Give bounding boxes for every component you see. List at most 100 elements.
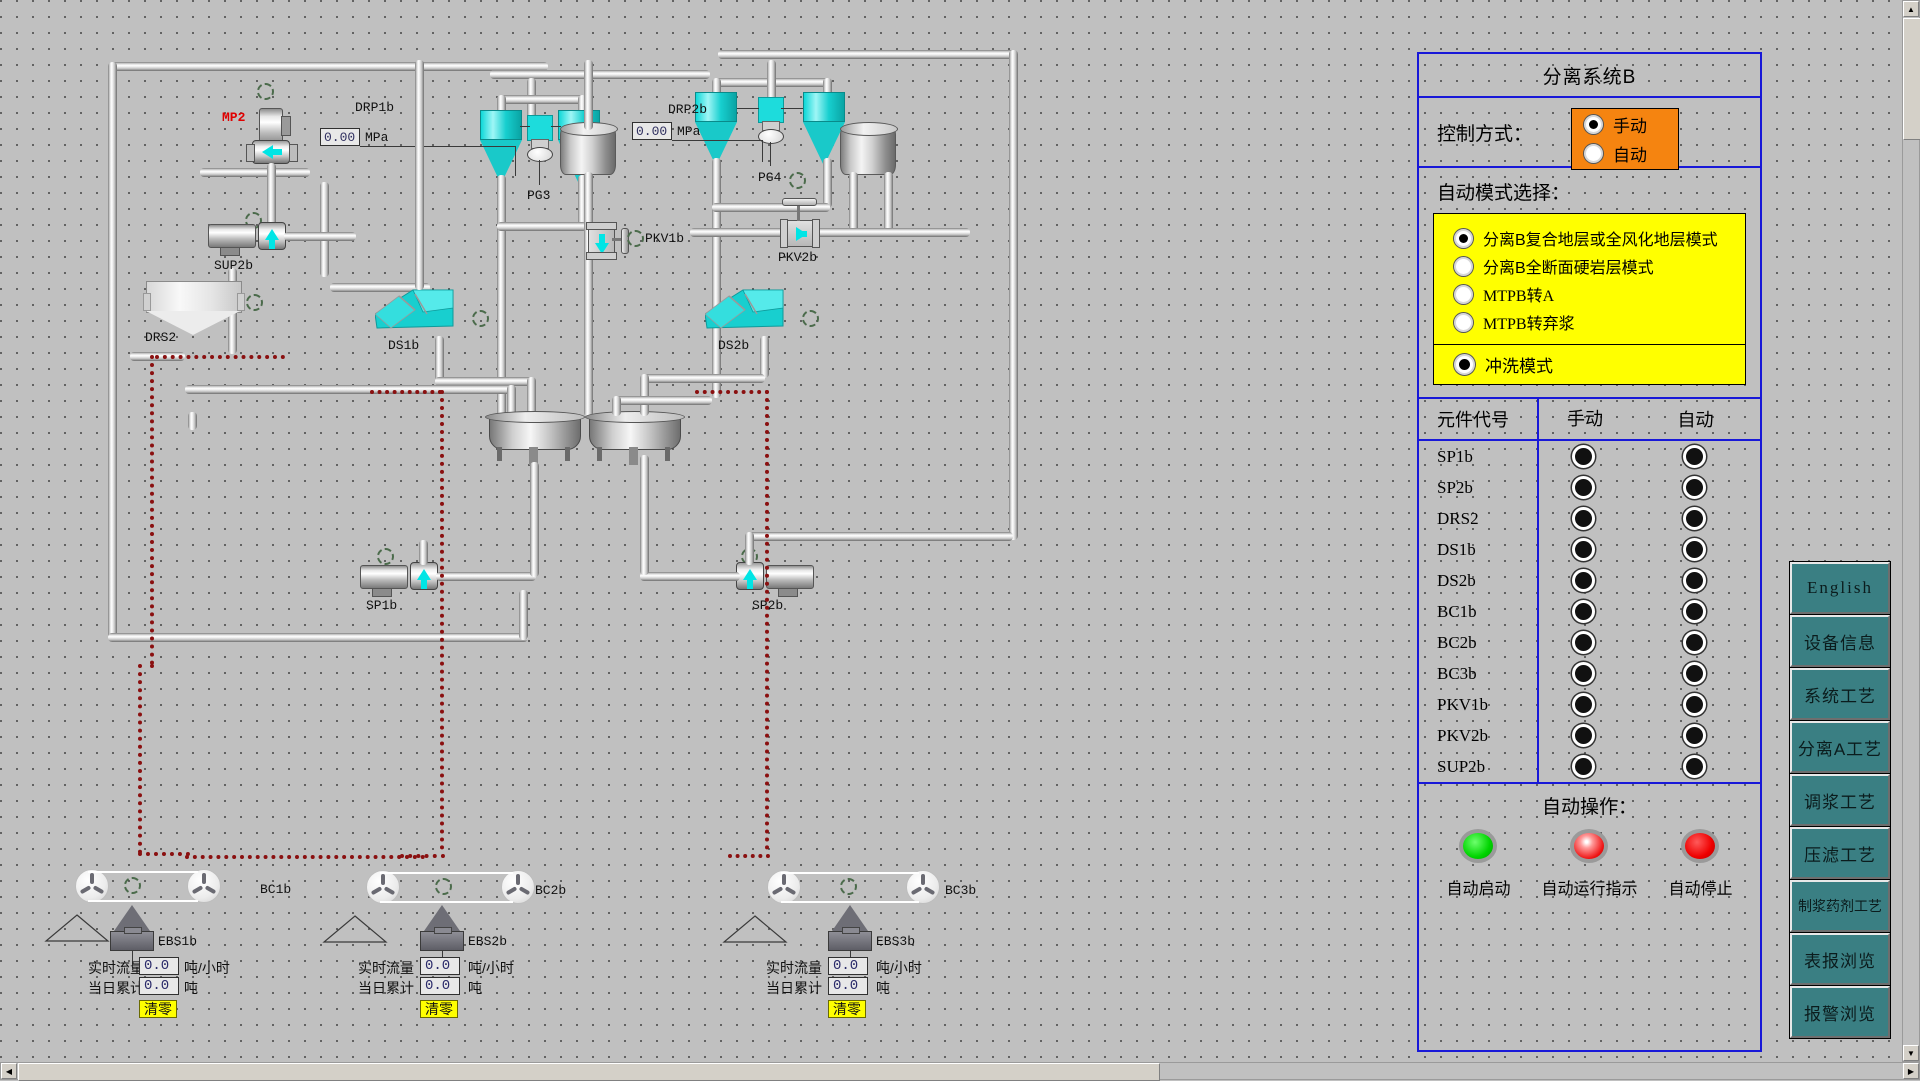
control-mode-option-manual[interactable]: 手动 [1584,112,1678,137]
pipe-segment [415,60,424,290]
auto-led[interactable] [1683,755,1706,778]
table-row: SP1b [1419,441,1760,472]
total-value: 0.0 [420,977,460,995]
auto-led[interactable] [1683,476,1706,499]
reset-button[interactable]: 清零 [420,1000,458,1018]
manual-led[interactable] [1572,538,1595,561]
flow-label: 实时流量 [766,958,822,978]
radio-icon[interactable] [1454,229,1473,248]
nav-button-slurry-reagent[interactable]: 制浆药剂工艺 [1790,880,1890,932]
manual-led[interactable] [1572,600,1595,623]
motor-base [220,247,240,256]
radio-icon[interactable] [1454,285,1473,304]
scroll-up-icon[interactable]: ▲ [1903,1,1919,17]
reset-button[interactable]: 清零 [139,1000,177,1018]
manual-led[interactable] [1572,662,1595,685]
auto-mode-option-1[interactable]: 分离B全断面硬岩层模式 [1454,254,1745,278]
pipe-segment [690,228,970,237]
gauge-indicator [472,310,489,327]
auto-start-lamp[interactable] [1459,829,1497,863]
vertical-scrollbar[interactable]: ▲ ▼ [1902,0,1920,1062]
auto-led[interactable] [1683,724,1706,747]
scroll-right-icon[interactable]: ▶ [1903,1063,1919,1079]
nav-button-alarm-view[interactable]: 报警浏览 [1790,986,1890,1038]
horizontal-scrollbar[interactable]: ◀ ▶ [0,1062,1920,1080]
auto-led[interactable] [1683,569,1706,592]
manual-led[interactable] [1572,631,1595,654]
auto-led[interactable] [1683,693,1706,716]
gauge-indicator [789,172,806,189]
pipe-segment [612,396,712,405]
separator-ds1b[interactable] [375,288,457,336]
manual-led[interactable] [1572,476,1595,499]
manual-led[interactable] [1572,724,1595,747]
label-sp1b: SP1b [366,598,397,613]
auto-led[interactable] [1683,507,1706,530]
nav-button-slurry-mixing[interactable]: 调浆工艺 [1790,774,1890,826]
auto-mode-option-2[interactable]: MTPB转A [1454,282,1745,306]
radio-icon[interactable] [1454,313,1473,332]
motor-sup2b [208,224,256,248]
row-code: SUP2b [1419,757,1537,777]
table-header: 元件代号 手动 自动 [1419,399,1760,441]
radio-icon[interactable] [1454,354,1475,375]
label-ebs3b: EBS3b [876,934,915,949]
separator-ds2b[interactable] [705,288,787,336]
pressure-value-pg4: 0.00 [632,122,672,140]
radio-icon[interactable] [1454,257,1473,276]
auto-led[interactable] [1683,631,1706,654]
auto-mode-option-1-label: 分离B全断面硬岩层模式 [1483,254,1654,278]
auto-stop-control[interactable]: 自动停止 [1668,829,1732,899]
reset-button[interactable]: 清零 [828,1000,866,1018]
motor-sp1b [360,565,408,589]
material-line [138,852,190,856]
pump-sp2b[interactable] [736,562,764,590]
valve-handwheel[interactable] [782,198,817,206]
label-bc2b: BC2b [535,883,566,898]
auto-running-label: 自动运行指示 [1541,875,1637,899]
pressure-value-pg3: 0.00 [320,128,360,146]
vertical-scroll-thumb[interactable] [1903,18,1920,140]
flush-mode-option[interactable]: 冲洗模式 [1433,345,1746,385]
pump-mp2[interactable] [252,140,290,164]
valve-pkv2b-body[interactable] [785,220,815,247]
manual-led[interactable] [1572,569,1595,592]
pump-sp1b[interactable] [410,562,438,590]
manual-led[interactable] [1572,445,1595,468]
tank-right-top [840,122,898,136]
manual-led[interactable] [1572,507,1595,530]
material-line [185,855,425,859]
auto-start-control[interactable]: 自动启动 [1446,829,1510,899]
pipe-segment [640,572,740,581]
nav-button-separation-a[interactable]: 分离A工艺 [1790,721,1890,773]
total-unit: 吨 [184,978,198,998]
control-mode-option-auto[interactable]: 自动 [1584,141,1678,166]
unit-pg4: MPa [677,124,700,139]
auto-led[interactable] [1683,445,1706,468]
nav-button-report-view[interactable]: 表报浏览 [1790,933,1890,985]
total-label: 当日累计 [766,978,822,998]
scroll-left-icon[interactable]: ◀ [1,1063,17,1079]
manual-led[interactable] [1572,693,1595,716]
nav-button-system-process[interactable]: 系统工艺 [1790,668,1890,720]
nav-button-equipment-info[interactable]: 设备信息 [1790,615,1890,667]
nav-button-english[interactable]: English [1790,562,1890,614]
auto-led[interactable] [1683,662,1706,685]
auto-stop-lamp[interactable] [1681,829,1719,863]
radio-icon[interactable] [1584,115,1603,134]
auto-mode-option-0[interactable]: 分离B复合地层或全风化地层模式 [1454,226,1745,250]
feeder-neck [124,927,142,934]
motor-base [778,588,798,597]
manual-led[interactable] [1572,755,1595,778]
horizontal-scroll-thumb[interactable] [18,1063,1160,1081]
auto-led[interactable] [1683,538,1706,561]
control-panel: 分离系统B 控制方式： 手动 自动 自动模式选择： 分离B复合地层或全风化地层模… [1417,52,1762,1052]
auto-mode-option-3[interactable]: MTPB转弃浆 [1454,310,1745,334]
auto-led[interactable] [1683,600,1706,623]
pump-sup2b[interactable] [258,222,286,250]
pump-flange [289,144,298,162]
scroll-down-icon[interactable]: ▼ [1903,1045,1919,1061]
row-code: DS1b [1419,540,1537,560]
nav-button-filter-press[interactable]: 压滤工艺 [1790,827,1890,879]
radio-icon[interactable] [1584,144,1603,163]
